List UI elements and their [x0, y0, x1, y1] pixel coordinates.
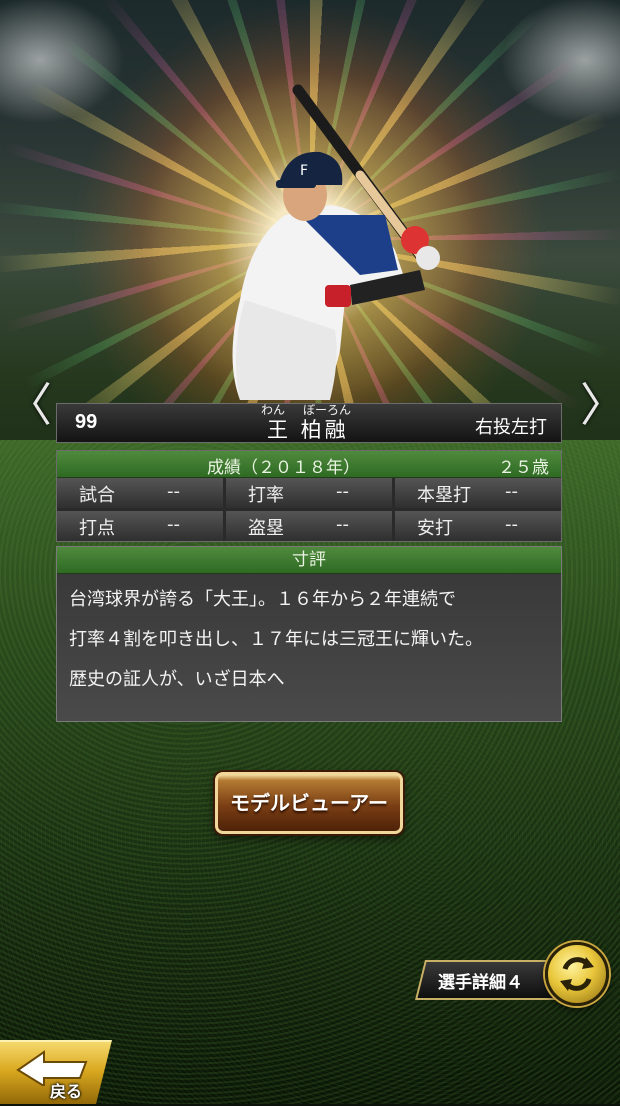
- stat-cell-rbi: 打点 --: [57, 511, 223, 541]
- stat-value: --: [336, 514, 349, 535]
- stat-cell-hits: 安打 --: [395, 511, 561, 541]
- stat-value: --: [336, 481, 349, 502]
- stat-label: 試合: [79, 485, 115, 506]
- stat-cell-steals: 盗塁 --: [226, 511, 392, 541]
- stats-header: 成績（２０１８年） ２５歳: [57, 451, 561, 478]
- stat-label: 盗塁: [248, 518, 284, 539]
- stat-value: --: [167, 514, 180, 535]
- stat-cell-homeruns: 本塁打 --: [395, 478, 561, 508]
- stat-value: --: [505, 514, 518, 535]
- stats-grid: 試合 -- 打率 -- 本塁打 -- 打点 -- 盗塁 -- 安打 --: [57, 478, 561, 541]
- stat-label: 打率: [248, 485, 284, 506]
- throw-bat-type: 右投左打: [475, 417, 547, 438]
- player-detail-label[interactable]: 選手詳細４: [438, 968, 523, 993]
- stat-label: 本塁打: [417, 485, 471, 506]
- stat-value: --: [505, 481, 518, 502]
- model-viewer-button[interactable]: モデルビューアー: [215, 772, 403, 834]
- comment-line: 歴史の証人が、いざ日本へ: [69, 669, 285, 690]
- stats-panel: 成績（２０１８年） ２５歳 試合 -- 打率 -- 本塁打 -- 打点 -- 盗…: [56, 450, 562, 542]
- back-label[interactable]: 戻る: [50, 1078, 82, 1102]
- stat-cell-average: 打率 --: [226, 478, 392, 508]
- chevron-left-icon[interactable]: 〈: [6, 380, 52, 430]
- player-name-bar: 99 わん ぼーろん 王 柏融 右投左打: [56, 403, 562, 443]
- uniform-number: 99: [75, 411, 98, 433]
- comment-title: 寸評: [57, 547, 561, 574]
- swap-arrows-icon[interactable]: [548, 945, 606, 1003]
- chevron-right-icon[interactable]: 〉: [580, 380, 620, 430]
- player-age: ２５歳: [498, 458, 549, 478]
- svg-text:F: F: [300, 163, 308, 179]
- comment-line: 打率４割を叩き出し、１７年には三冠王に輝いた。: [69, 629, 483, 650]
- comment-panel: 寸評 台湾球界が誇る「大王」。１６年から２年連続で 打率４割を叩き出し、１７年に…: [56, 546, 562, 722]
- comment-line: 台湾球界が誇る「大王」。１６年から２年連続で: [69, 589, 456, 610]
- stat-label: 安打: [417, 518, 453, 539]
- stats-title: 成績（２０１８年）: [207, 458, 360, 478]
- stat-value: --: [167, 481, 180, 502]
- player-illustration: F: [232, 84, 440, 400]
- stat-cell-games: 試合 --: [57, 478, 223, 508]
- player-name: 王 柏融: [267, 418, 349, 442]
- stat-label: 打点: [79, 518, 115, 539]
